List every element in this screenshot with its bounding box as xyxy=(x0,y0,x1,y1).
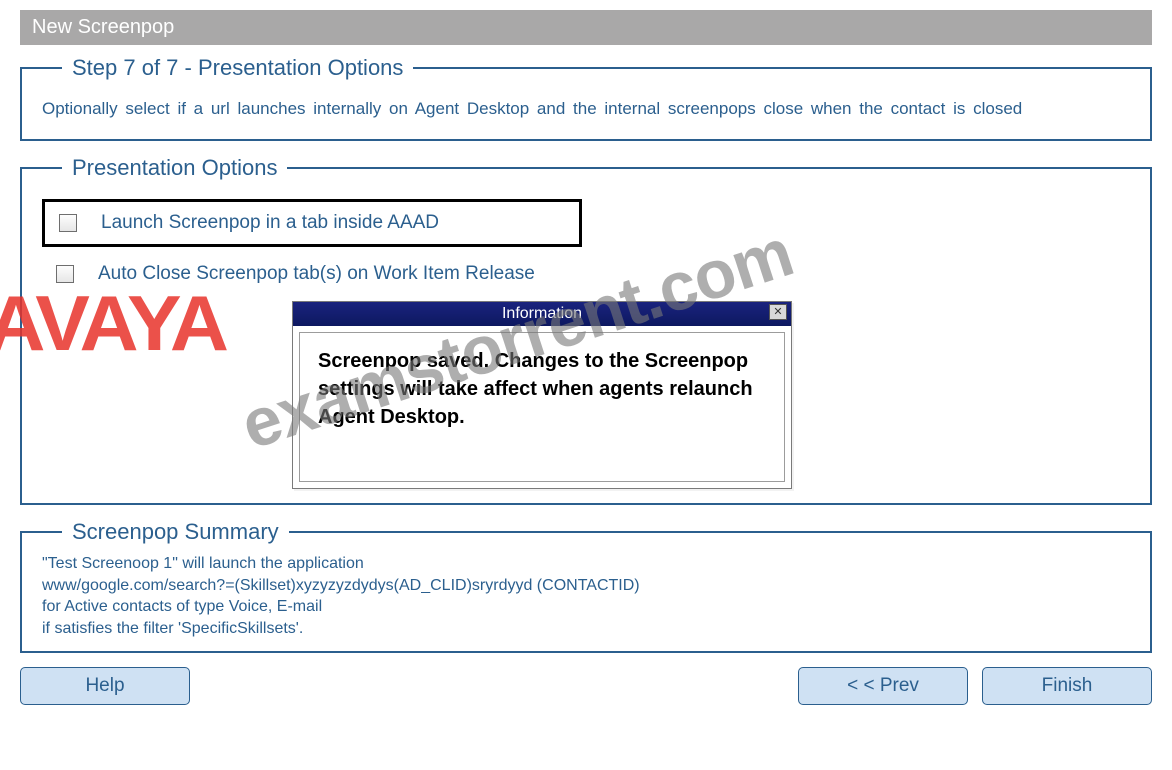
option-label-launch-in-tab: Launch Screenpop in a tab inside AAAD xyxy=(101,212,439,234)
option-label-auto-close: Auto Close Screenpop tab(s) on Work Item… xyxy=(98,263,535,285)
presentation-legend: Presentation Options xyxy=(62,155,287,181)
summary-legend: Screenpop Summary xyxy=(62,519,289,545)
dialog-titlebar[interactable]: Information ✕ xyxy=(293,302,791,326)
option-launch-in-tab[interactable]: Launch Screenpop in a tab inside AAAD xyxy=(42,199,582,247)
presentation-options-fieldset: Presentation Options Launch Screenpop in… xyxy=(20,155,1152,505)
step-legend: Step 7 of 7 - Presentation Options xyxy=(62,55,413,81)
summary-line-1: "Test Screenoop 1" will launch the appli… xyxy=(42,553,1130,575)
prev-button[interactable]: < < Prev xyxy=(798,667,968,705)
screenpop-summary-fieldset: Screenpop Summary "Test Screenoop 1" wil… xyxy=(20,519,1152,653)
dialog-body: Screenpop saved. Changes to the Screenpo… xyxy=(299,332,785,482)
finish-button[interactable]: Finish xyxy=(982,667,1152,705)
close-icon[interactable]: ✕ xyxy=(769,304,787,320)
step-fieldset: Step 7 of 7 - Presentation Options Optio… xyxy=(20,55,1152,141)
help-button[interactable]: Help xyxy=(20,667,190,705)
option-auto-close[interactable]: Auto Close Screenpop tab(s) on Work Item… xyxy=(42,253,1130,295)
summary-line-3: for Active contacts of type Voice, E-mai… xyxy=(42,596,1130,618)
dialog-title: Information xyxy=(502,305,582,322)
button-row: Help < < Prev Finish xyxy=(20,667,1152,705)
window-title: New Screenpop xyxy=(32,16,174,38)
information-dialog: Information ✕ Screenpop saved. Changes t… xyxy=(292,301,792,489)
checkbox-launch-in-tab[interactable] xyxy=(59,214,77,232)
summary-line-4: if satisfies the filter 'SpecificSkillse… xyxy=(42,618,1130,640)
step-description: Optionally select if a url launches inte… xyxy=(42,99,1130,119)
window-title-bar: New Screenpop xyxy=(20,10,1152,45)
checkbox-auto-close[interactable] xyxy=(56,265,74,283)
summary-text: "Test Screenoop 1" will launch the appli… xyxy=(42,553,1130,639)
summary-line-2: www/google.com/search?=(Skillset)xyzyzyz… xyxy=(42,575,1130,597)
